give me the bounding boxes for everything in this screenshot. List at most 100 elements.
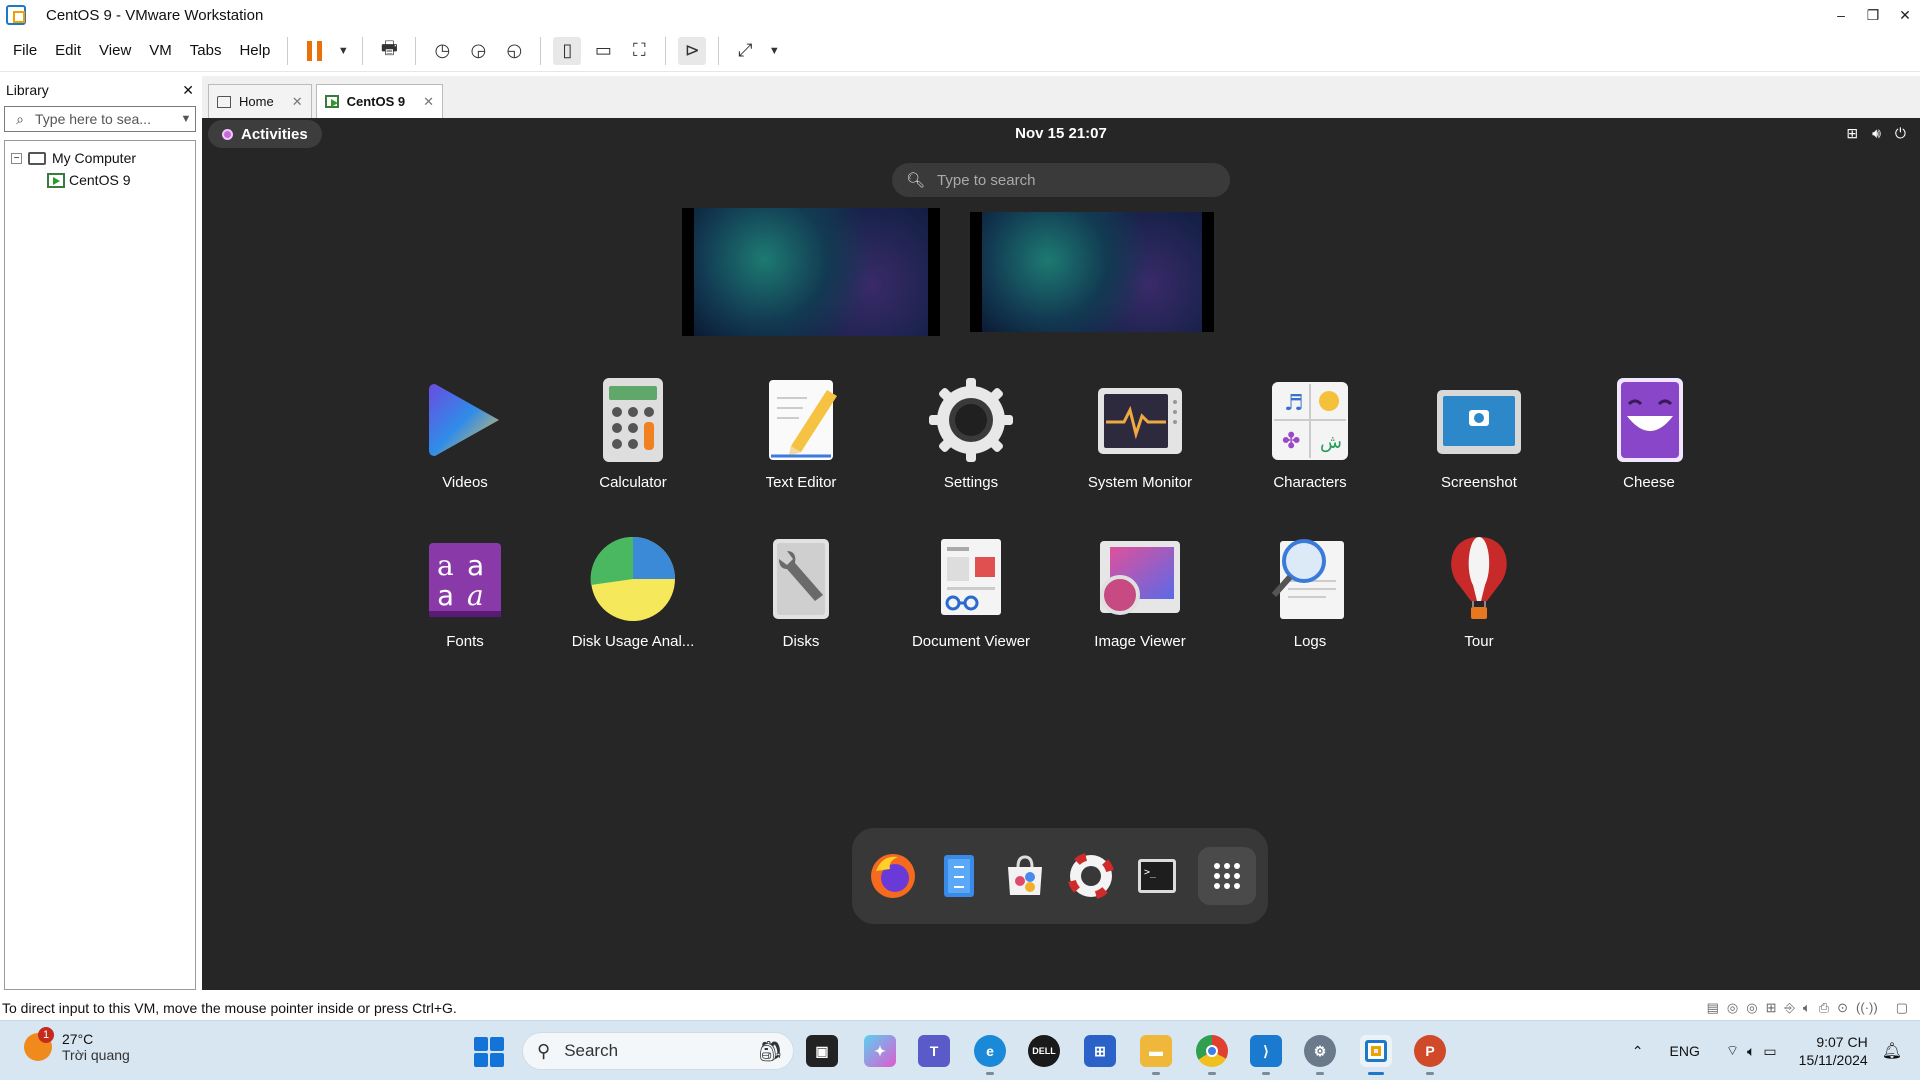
full-screen-icon[interactable]: ⛶ <box>625 37 653 65</box>
notification-bell-icon[interactable]: 🔔︎ <box>1882 1041 1902 1061</box>
menu-help[interactable]: Help <box>230 42 279 59</box>
stretch-dropdown-icon[interactable]: ▼ <box>767 37 781 65</box>
library-close-button[interactable]: ✕ <box>182 82 194 99</box>
sound-icon[interactable]: 🔈︎ <box>1803 1000 1811 1016</box>
app-calculator[interactable]: Calculator <box>558 376 708 491</box>
app-logs[interactable]: Logs <box>1235 535 1385 650</box>
chevron-up-icon[interactable]: ⌃ <box>1632 1043 1644 1060</box>
dash-terminal[interactable]: >_ <box>1132 851 1182 901</box>
network-adapter-icon[interactable]: ⊞ <box>1766 1000 1777 1016</box>
take-snapshot-icon[interactable]: ◷ <box>428 37 456 65</box>
settings-gear-icon[interactable]: ⚙ <box>1304 1035 1336 1075</box>
taskbar-clock[interactable]: 9:07 CH 15/11/2024 <box>1799 1033 1868 1069</box>
menubar: File Edit View VM Tabs Help ▼ 🖶 ◷ ◶ ◵ ▯ … <box>0 30 1920 72</box>
app-label: Document Viewer <box>911 633 1031 650</box>
app-document-viewer[interactable]: Document Viewer <box>896 535 1046 650</box>
app-disks[interactable]: Disks <box>726 535 876 650</box>
cd-icon[interactable]: ◎ <box>1746 1000 1757 1016</box>
app-screenshot[interactable]: Screenshot <box>1404 376 1554 491</box>
gear-icon <box>929 378 1013 462</box>
chrome-icon[interactable] <box>1196 1035 1228 1075</box>
bluetooth-icon[interactable]: ((·)) <box>1856 1000 1878 1016</box>
edge-icon[interactable]: e <box>974 1035 1006 1075</box>
battery-icon[interactable]: ▭ <box>1763 1043 1776 1060</box>
vm-running-icon <box>47 172 65 188</box>
app-settings[interactable]: Settings <box>896 376 1046 491</box>
store-icon[interactable]: ⊞ <box>1084 1035 1116 1067</box>
guest-screen[interactable]: Activities Nov 15 21:07 ⊞ 🔊︎ ⏻ 🔍︎ Type t… <box>202 118 1920 990</box>
dash-show-apps[interactable] <box>1198 847 1256 905</box>
stretch-guest-icon[interactable]: ⤢ <box>731 37 759 65</box>
thumbnail-bar-icon[interactable]: ▭ <box>589 37 617 65</box>
hard-disk-icon[interactable]: ▤ <box>1707 1000 1719 1016</box>
library-search-input[interactable]: Type here to sea... <box>35 111 151 127</box>
dash-firefox[interactable] <box>868 851 918 901</box>
dash-files[interactable] <box>934 851 984 901</box>
app-characters[interactable]: ♬ ✤ ش Characters <box>1235 376 1385 491</box>
gnome-search-input[interactable]: 🔍︎ Type to search <box>892 163 1230 197</box>
show-library-icon[interactable]: ▯ <box>553 36 582 65</box>
tree-item-my-computer[interactable]: − My Computer <box>11 147 189 169</box>
collapse-icon[interactable]: − <box>11 152 22 164</box>
display-icon[interactable]: ⊙ <box>1837 1000 1848 1016</box>
workspace-thumbnail-2[interactable] <box>970 212 1214 332</box>
workspace-thumbnail-1[interactable] <box>682 208 940 336</box>
close-button[interactable]: ✕ <box>1890 0 1920 30</box>
system-menu[interactable]: ⊞ 🔊︎ ⏻ <box>1846 125 1906 142</box>
file-explorer-icon[interactable]: ▬ <box>1140 1035 1172 1075</box>
restore-button[interactable]: ❐ <box>1858 0 1888 30</box>
vscode-icon[interactable]: ⟩ <box>1250 1035 1282 1075</box>
console-view-icon[interactable]: ⊳ <box>678 36 707 65</box>
suspend-button[interactable] <box>300 37 328 65</box>
powerpoint-icon[interactable]: P <box>1414 1035 1446 1075</box>
app-system-monitor[interactable]: System Monitor <box>1065 376 1215 491</box>
speaker-icon[interactable]: 🔈︎ <box>1747 1043 1755 1060</box>
message-icon[interactable]: ▢ <box>1896 1000 1908 1016</box>
library-search[interactable]: ⌕ Type here to sea... ▼ <box>4 106 196 132</box>
app-cheese[interactable]: Cheese <box>1574 376 1724 491</box>
revert-snapshot-icon[interactable]: ◶ <box>464 37 492 65</box>
cd-icon[interactable]: ◎ <box>1727 1000 1738 1016</box>
gnome-clock[interactable]: Nov 15 21:07 <box>202 125 1920 142</box>
menu-file[interactable]: File <box>4 42 46 59</box>
taskbar-search[interactable]: ⚲ Search 🎒︎ <box>522 1032 794 1070</box>
teams-icon[interactable]: T <box>918 1035 950 1067</box>
app-image-viewer[interactable]: Image Viewer <box>1065 535 1215 650</box>
task-view-icon[interactable]: ▣ <box>806 1035 838 1067</box>
window-titlebar: CentOS 9 - VMware Workstation – ❐ ✕ <box>0 0 1920 30</box>
usb-icon[interactable]: ⎆ <box>1785 1000 1795 1016</box>
menu-edit[interactable]: Edit <box>46 42 90 59</box>
menu-view[interactable]: View <box>90 42 140 59</box>
chevron-down-icon[interactable]: ▼ <box>177 113 195 125</box>
tab-centos-close-icon[interactable]: ✕ <box>423 94 434 110</box>
tab-home[interactable]: Home ✕ <box>208 84 312 118</box>
device-icons: ▤ ◎ ◎ ⊞ ⎆ 🔈︎ ⎙ ⊙ ((·)) ▢ <box>1707 1000 1908 1016</box>
snapshot-manager-icon[interactable]: ◵ <box>500 37 528 65</box>
menu-tabs[interactable]: Tabs <box>181 42 231 59</box>
menu-vm[interactable]: VM <box>140 42 181 59</box>
power-dropdown-icon[interactable]: ▼ <box>336 37 350 65</box>
app-fonts[interactable]: aaaa Fonts <box>390 535 540 650</box>
dell-icon[interactable]: DELL <box>1028 1035 1060 1067</box>
start-button[interactable] <box>474 1037 504 1067</box>
app-disk-usage-analyzer[interactable]: Disk Usage Anal... <box>558 535 708 650</box>
wifi-icon[interactable]: ⌔ <box>1726 1042 1739 1060</box>
vmware-taskbar-icon[interactable] <box>1360 1035 1392 1075</box>
printer-icon[interactable]: ⎙ <box>1819 1000 1829 1016</box>
tree-item-centos[interactable]: CentOS 9 <box>11 169 189 191</box>
language-indicator[interactable]: ENG <box>1670 1043 1700 1059</box>
send-ctrl-alt-del-icon[interactable]: 🖶 <box>375 37 403 65</box>
app-text-editor[interactable]: Text Editor <box>726 376 876 491</box>
minimize-button[interactable]: – <box>1826 0 1856 30</box>
dash-help[interactable] <box>1066 851 1116 901</box>
app-videos[interactable]: Videos <box>390 376 540 491</box>
network-icon: ⊞ <box>1846 125 1859 141</box>
app-tour[interactable]: Tour <box>1404 535 1554 650</box>
tab-home-close-icon[interactable]: ✕ <box>292 94 303 110</box>
vm-icon <box>324 95 339 108</box>
weather-widget[interactable]: 1 27°C Trời quang <box>24 1027 130 1063</box>
copilot-icon[interactable]: ✦ <box>864 1035 896 1067</box>
dash-software[interactable] <box>1000 851 1050 901</box>
tab-centos[interactable]: CentOS 9 ✕ <box>315 84 444 118</box>
pause-icon <box>306 40 322 61</box>
